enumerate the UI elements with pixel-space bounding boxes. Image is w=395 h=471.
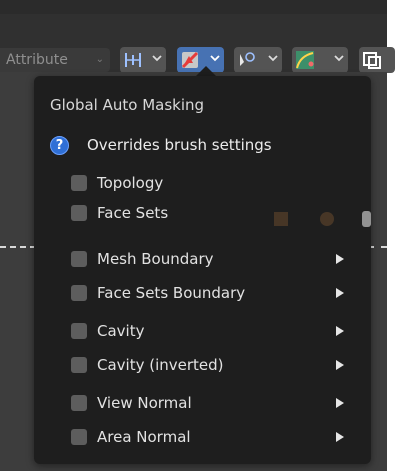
attribute-label: Attribute — [6, 52, 68, 68]
spacing-button[interactable] — [120, 47, 166, 73]
option-label: View Normal — [97, 394, 192, 412]
popup-title: Global Auto Masking — [50, 96, 205, 114]
checkbox[interactable] — [71, 395, 87, 411]
option-mesh-boundary[interactable]: Mesh Boundary — [70, 248, 360, 270]
chevron-down-icon — [210, 55, 220, 62]
chevron-down-icon: ⌄ — [95, 54, 104, 65]
attribute-dropdown[interactable]: Attribute ⌄ — [0, 48, 110, 72]
option-area-normal[interactable]: Area Normal — [70, 426, 360, 448]
option-topology[interactable]: Topology — [70, 172, 360, 194]
curve-icon — [296, 51, 314, 69]
checkbox[interactable] — [71, 429, 87, 445]
checkbox[interactable] — [71, 357, 87, 373]
option-label: Cavity (inverted) — [97, 356, 224, 374]
auto-masking-popup: Global Auto Masking ? Overrides brush se… — [34, 76, 371, 464]
submenu-arrow-icon[interactable] — [336, 288, 344, 298]
spacing-icon — [125, 53, 141, 67]
header-toolbar: Attribute ⌄ — [0, 14, 395, 73]
chevron-down-icon — [334, 55, 344, 62]
option-view-normal[interactable]: View Normal — [70, 392, 360, 414]
overlay-icon — [363, 52, 381, 69]
overrides-info-row: ? Overrides brush settings — [50, 134, 272, 156]
overrides-info-text: Overrides brush settings — [87, 136, 272, 154]
option-face-sets-boundary[interactable]: Face Sets Boundary — [70, 282, 360, 304]
option-cavity[interactable]: Cavity — [70, 320, 360, 342]
option-label: Mesh Boundary — [97, 250, 214, 268]
submenu-arrow-icon[interactable] — [336, 432, 344, 442]
submenu-arrow-icon[interactable] — [336, 326, 344, 336]
falloff-button[interactable] — [234, 47, 282, 73]
checkbox[interactable] — [71, 323, 87, 339]
top-bar — [0, 0, 387, 14]
checkbox[interactable] — [71, 175, 87, 191]
option-label: Face Sets — [97, 204, 169, 222]
submenu-arrow-icon[interactable] — [336, 254, 344, 264]
checkbox[interactable] — [71, 285, 87, 301]
submenu-arrow-icon[interactable] — [336, 360, 344, 370]
overlay-button[interactable] — [359, 47, 395, 73]
option-label: Cavity — [97, 322, 145, 340]
submenu-arrow-icon[interactable] — [336, 398, 344, 408]
checkbox[interactable] — [71, 251, 87, 267]
option-label: Face Sets Boundary — [97, 284, 246, 302]
hand-icon — [362, 211, 371, 227]
brush-falloff-icon — [240, 52, 255, 66]
curve-button[interactable] — [292, 47, 348, 73]
chevron-down-icon — [152, 55, 162, 62]
option-label: Topology — [97, 174, 164, 192]
blender-viewport: Attribute ⌄ Global Auto Masking ? Overri… — [0, 0, 395, 471]
viewport-guide-line — [0, 246, 36, 248]
chevron-down-icon — [268, 55, 278, 62]
option-label: Area Normal — [97, 428, 191, 446]
checkbox[interactable] — [71, 205, 87, 221]
option-face-sets[interactable]: Face Sets — [70, 202, 360, 224]
option-cavity-inverted[interactable]: Cavity (inverted) — [70, 354, 360, 376]
question-icon: ? — [50, 135, 69, 155]
